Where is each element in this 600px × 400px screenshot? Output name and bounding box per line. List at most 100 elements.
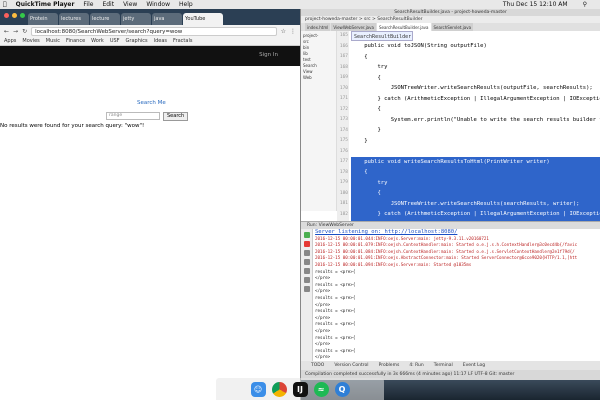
maximize-icon[interactable] — [20, 13, 25, 18]
menu-help[interactable]: Help — [179, 1, 193, 8]
tool-window-tab[interactable]: Version Control — [334, 363, 368, 368]
intellij-icon[interactable]: IJ — [292, 381, 308, 397]
star-icon[interactable]: ☆ — [281, 28, 286, 35]
stop-icon[interactable] — [303, 241, 310, 247]
finder-icon[interactable]: ☺ — [250, 381, 266, 397]
scroll-icon[interactable] — [303, 268, 310, 274]
bookmark-item[interactable]: Graphics — [126, 38, 148, 44]
tool-window-tab[interactable]: Problems — [379, 363, 400, 368]
menu-file[interactable]: File — [83, 1, 93, 8]
browser-tab[interactable]: lectures — [59, 13, 89, 25]
console-line: results = <pre>{ — [315, 268, 356, 274]
console-line: results = <pre>{ — [315, 334, 356, 340]
bookmark-item[interactable]: Ideas — [154, 38, 167, 44]
browser-tab[interactable]: java — [152, 13, 182, 25]
line-number: 182 — [339, 211, 348, 217]
code-line[interactable]: { — [351, 52, 600, 63]
sticky-class-header[interactable]: SearchResultBuilder — [351, 31, 413, 41]
console-line: </pre> — [315, 354, 331, 360]
bookmark-item[interactable]: Finance — [66, 38, 85, 44]
code-line[interactable]: } — [351, 125, 600, 136]
menu-view[interactable]: View — [123, 1, 137, 8]
console-line: 2016-12-15 00:00:01.044:INFO:oejs.Server… — [315, 235, 489, 241]
apple-icon[interactable]:  — [3, 1, 7, 8]
editor-tab[interactable]: ViewWebServer.java — [331, 23, 376, 31]
rerun-icon[interactable] — [303, 250, 310, 256]
line-number: 177 — [339, 159, 348, 164]
run-icon[interactable] — [303, 232, 310, 238]
back-icon[interactable]: ← — [4, 28, 9, 35]
code-line[interactable]: System.err.println("Unable to write the … — [351, 115, 600, 126]
project-tree-item[interactable]: Web — [303, 75, 334, 81]
tool-window-tab[interactable]: Terminal — [434, 363, 453, 368]
code-line[interactable]: } catch (ArithmeticException | IllegalAr… — [351, 209, 600, 220]
spotify-icon[interactable]: ≈ — [313, 381, 329, 397]
code-line[interactable]: public void writeSearchResultsToHtml(Pri… — [351, 156, 600, 167]
bookmark-item[interactable]: Apps — [4, 38, 16, 44]
app-name[interactable]: QuickTime Player — [16, 1, 75, 8]
code-line[interactable]: } catch (ArithmeticException | IllegalAr… — [351, 94, 600, 105]
line-number: 178 — [339, 169, 348, 175]
editor-tab-active[interactable]: SearchResultBuilder.java — [376, 23, 431, 31]
print-icon[interactable] — [303, 277, 310, 283]
run-panel: Run: ViewWebServer Server listening on: … — [301, 221, 600, 362]
search-icon[interactable]: ⚲ — [583, 1, 587, 8]
code-line[interactable]: try — [351, 177, 600, 188]
bookmark-item[interactable]: Work — [91, 38, 104, 44]
code-line[interactable]: { — [351, 104, 600, 115]
menu-edit[interactable]: Edit — [102, 1, 114, 8]
browser-tab[interactable]: jetty — [121, 13, 151, 25]
page-content: Search Me range Search No results were f… — [0, 66, 300, 366]
quicktime-icon[interactable]: Q — [334, 381, 350, 397]
menu-window[interactable]: Window — [146, 1, 170, 8]
line-gutter: 165 166 167 168 169 170 171 172 173 174 175 176 177 1… — [337, 31, 349, 221]
editor-tab[interactable]: index.html — [305, 23, 331, 31]
line-number: 170 — [339, 85, 348, 91]
no-results-message: No results were found for your search qu… — [0, 123, 145, 129]
address-bar[interactable]: localhost:8080/SearchWebServer/search?qu… — [31, 26, 277, 36]
tool-window-tab[interactable]: Event Log — [463, 363, 485, 368]
browser-tabstrip: Protein lectures lecture jetty java YouT… — [0, 9, 300, 25]
menu-icon[interactable]: ⋮ — [290, 28, 296, 35]
run-toolbar — [301, 229, 313, 362]
code-line[interactable]: try — [351, 62, 600, 73]
browser-tab[interactable]: lecture — [90, 13, 120, 25]
bookmark-item[interactable]: Music — [46, 38, 60, 44]
search-button[interactable]: Search — [163, 112, 189, 121]
tool-window-tab[interactable]: 4: Run — [409, 363, 423, 368]
line-number: 166 — [339, 43, 348, 49]
editor-tab[interactable]: SearchServlet.java — [431, 23, 474, 31]
reload-icon[interactable]: ↻ — [22, 28, 27, 35]
chrome-icon[interactable] — [271, 381, 287, 397]
code-line[interactable]: { — [351, 167, 600, 178]
code-line[interactable]: { — [351, 73, 600, 84]
search-input[interactable]: range — [106, 112, 160, 120]
forward-icon[interactable]: → — [13, 28, 18, 35]
console-output[interactable]: Server listening on: http://localhost:80… — [315, 229, 600, 361]
tool-window-tab[interactable]: TODO — [311, 363, 324, 368]
bookmark-item[interactable]: Fractals — [173, 38, 192, 44]
search-title[interactable]: Search Me — [137, 100, 166, 106]
sign-in-link[interactable]: Sign In — [259, 52, 278, 58]
close-icon[interactable] — [4, 13, 9, 18]
trash-icon[interactable] — [303, 286, 310, 292]
bookmark-item[interactable]: USF — [110, 38, 120, 44]
console-line: 2016-12-15 00:00:01.091:INFO:oejs.Abstra… — [315, 255, 578, 261]
browser-tab[interactable]: Protein — [28, 13, 58, 25]
console-line: results = <pre>{ — [315, 347, 356, 353]
minimize-icon[interactable] — [12, 13, 17, 18]
code-line[interactable]: { — [351, 188, 600, 199]
code-line[interactable]: } — [351, 136, 600, 147]
line-number: 167 — [339, 54, 348, 59]
browser-tab-active[interactable]: YouTube — [183, 13, 223, 25]
code-line[interactable]: JSONTreeWriter.writeSearchResults(search… — [351, 198, 600, 209]
code-line[interactable]: JSONTreeWriter.writeSearchResults(output… — [351, 83, 600, 94]
code-editor[interactable]: 165 166 167 168 169 170 171 172 173 174 175 176 177 1… — [337, 31, 600, 293]
clock[interactable]: Thu Dec 15 12:10 AM — [503, 1, 568, 8]
code-line[interactable]: public void toJSON(String outputFile) — [351, 41, 600, 52]
code-line[interactable] — [351, 146, 600, 157]
pause-icon[interactable] — [303, 259, 310, 265]
bookmark-item[interactable]: Movies — [22, 38, 39, 44]
ide-window: SearchResultBuilder.java - project-howed… — [301, 9, 600, 380]
breadcrumb[interactable]: project-howeda-master > src > SearchResu… — [301, 16, 600, 23]
